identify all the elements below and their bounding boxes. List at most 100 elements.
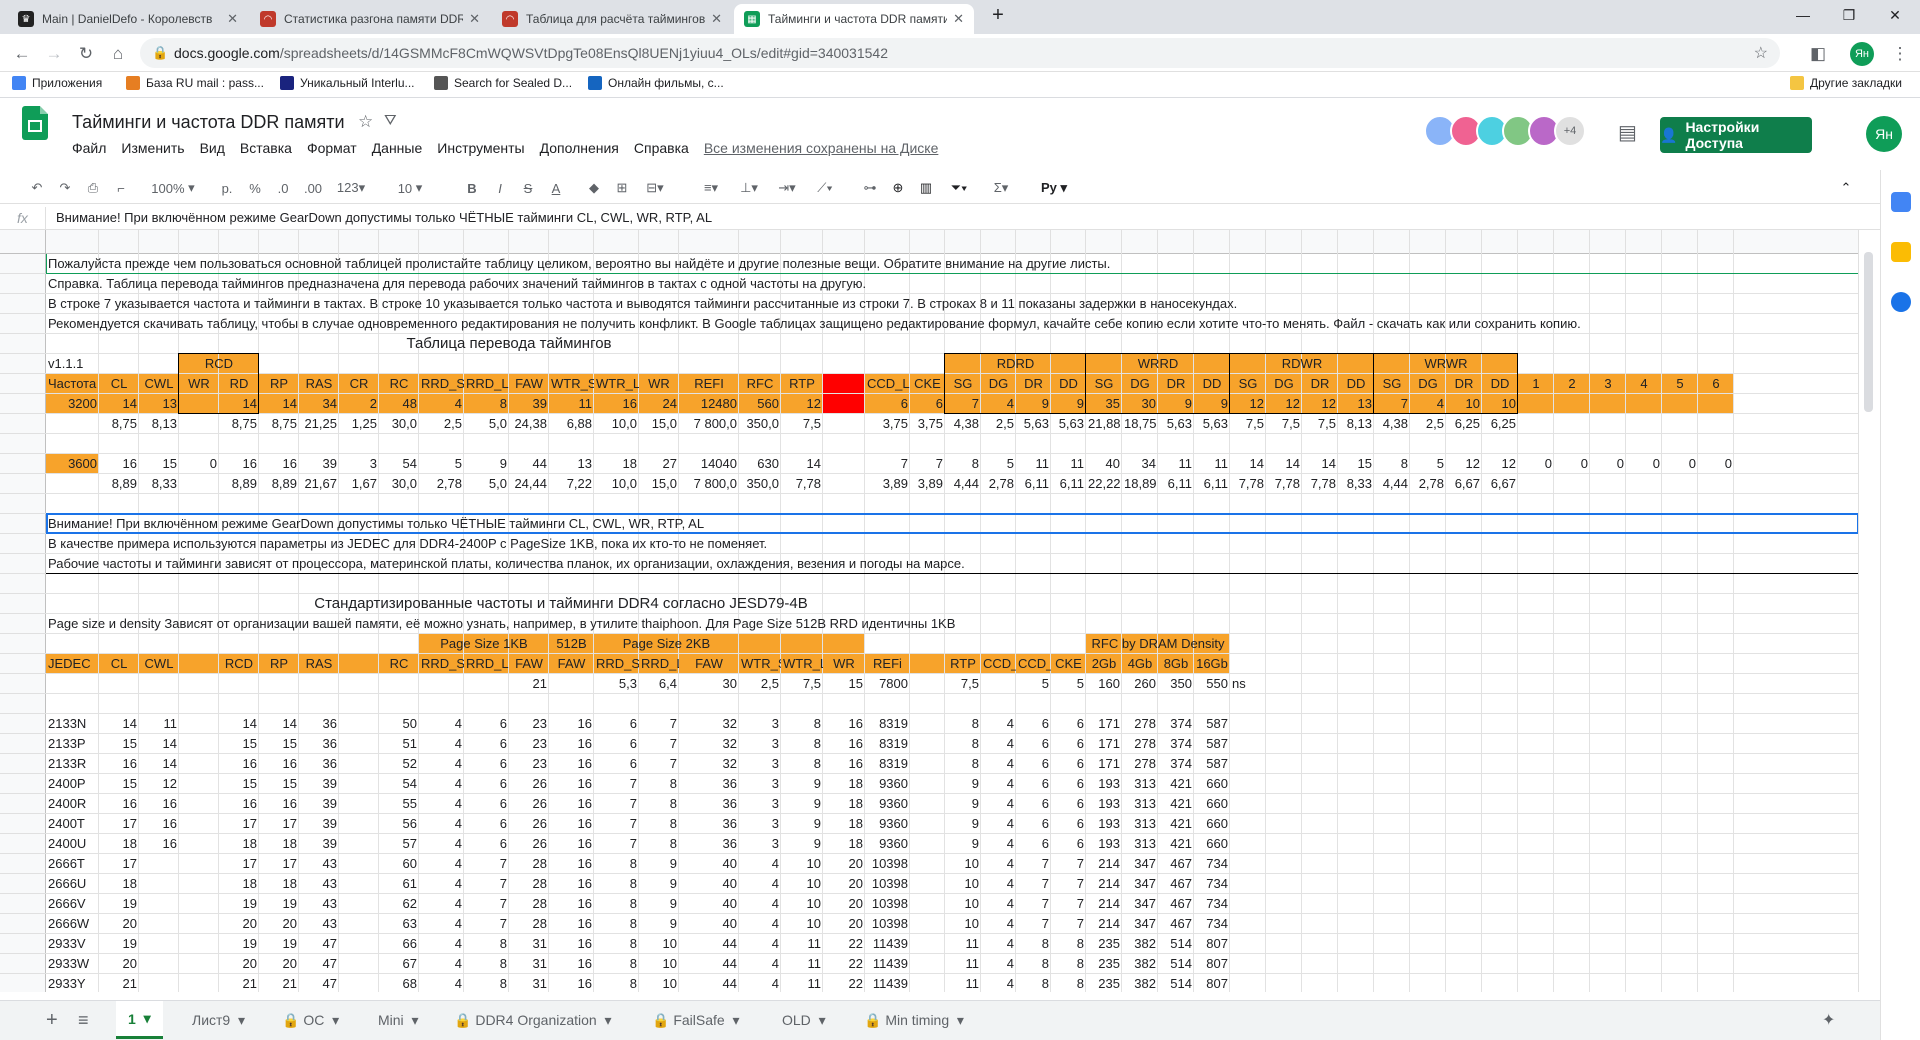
column-header[interactable] bbox=[179, 230, 219, 254]
value-cell[interactable]: 31 bbox=[509, 974, 549, 992]
value-cell[interactable]: 8 bbox=[594, 954, 639, 974]
ns-cell[interactable] bbox=[981, 674, 1016, 694]
menu-help[interactable]: Справка bbox=[634, 140, 689, 156]
ns-cell[interactable]: 2,5 bbox=[981, 414, 1016, 434]
value-cell[interactable]: 12 bbox=[139, 774, 179, 794]
value-cell[interactable]: 6 bbox=[594, 714, 639, 734]
strikethrough-icon[interactable]: S bbox=[518, 178, 538, 198]
value-cell[interactable]: 560 bbox=[739, 394, 781, 414]
value-cell[interactable]: 21 bbox=[219, 974, 259, 992]
bookmark-item[interactable]: Онлайн фильмы, с... bbox=[588, 76, 724, 90]
value-cell[interactable]: 61 bbox=[379, 874, 419, 894]
value-cell[interactable]: 27 bbox=[639, 454, 679, 474]
ns-cell[interactable]: 24,38 bbox=[509, 414, 549, 434]
value-cell[interactable] bbox=[139, 854, 179, 874]
value-cell[interactable]: 8 bbox=[945, 714, 981, 734]
value-cell[interactable]: 13 bbox=[139, 394, 179, 414]
value-cell[interactable]: 9 bbox=[639, 914, 679, 934]
value-cell[interactable] bbox=[1590, 394, 1626, 414]
value-cell[interactable]: 18 bbox=[99, 834, 139, 854]
calendar-icon[interactable] bbox=[1891, 192, 1911, 212]
value-cell[interactable]: 11439 bbox=[865, 934, 910, 954]
ns-cell[interactable] bbox=[910, 674, 945, 694]
value-cell[interactable]: 7 bbox=[639, 754, 679, 774]
header-cell[interactable]: 8Gb bbox=[1158, 654, 1194, 674]
header-cell[interactable]: 2 bbox=[1554, 374, 1590, 394]
value-cell[interactable]: 63 bbox=[379, 914, 419, 934]
value-cell[interactable] bbox=[1662, 394, 1698, 414]
value-cell[interactable]: 17 bbox=[99, 814, 139, 834]
value-cell[interactable]: 0 bbox=[179, 454, 219, 474]
value-cell[interactable]: 19 bbox=[219, 894, 259, 914]
note-cell[interactable]: Справка. Таблица перевода таймингов пред… bbox=[46, 274, 1858, 294]
ns-cell[interactable] bbox=[419, 674, 464, 694]
tab-failsafe[interactable]: 🔒 FailSafe ▾ bbox=[640, 1001, 752, 1039]
value-cell[interactable] bbox=[910, 754, 945, 774]
value-cell[interactable]: 313 bbox=[1122, 794, 1158, 814]
value-cell[interactable]: 214 bbox=[1086, 894, 1122, 914]
value-cell[interactable]: 7 bbox=[594, 834, 639, 854]
ns-cell[interactable]: 350,0 bbox=[739, 414, 781, 434]
column-header[interactable] bbox=[46, 230, 99, 254]
value-cell[interactable]: 4 bbox=[419, 734, 464, 754]
value-cell[interactable]: 16 bbox=[549, 974, 594, 992]
value-cell[interactable]: 16 bbox=[549, 814, 594, 834]
value-cell[interactable]: 12 bbox=[1446, 454, 1482, 474]
row-header[interactable] bbox=[0, 554, 46, 574]
value-cell[interactable]: 6 bbox=[464, 814, 509, 834]
value-cell[interactable]: 4 bbox=[419, 954, 464, 974]
header-cell[interactable]: FAW bbox=[509, 374, 549, 394]
value-cell[interactable]: 4 bbox=[981, 934, 1016, 954]
value-cell[interactable]: 3 bbox=[739, 794, 781, 814]
speed-bin-cell[interactable]: 2666T bbox=[46, 854, 99, 874]
ns-cell[interactable]: 8,89 bbox=[219, 474, 259, 494]
row-header[interactable] bbox=[0, 794, 46, 814]
ns-cell[interactable]: 6,25 bbox=[1482, 414, 1518, 434]
row-header[interactable] bbox=[0, 694, 46, 714]
insert-comment-icon[interactable]: ⊕ bbox=[888, 178, 908, 198]
value-cell[interactable]: 15 bbox=[139, 454, 179, 474]
value-cell[interactable]: 10 bbox=[945, 854, 981, 874]
value-cell[interactable] bbox=[1698, 394, 1734, 414]
value-cell[interactable]: 8 bbox=[594, 854, 639, 874]
value-cell[interactable]: 5 bbox=[419, 454, 464, 474]
move-to-folder-icon[interactable]: ⛛ bbox=[384, 112, 397, 129]
column-header[interactable] bbox=[219, 230, 259, 254]
ns-cell[interactable]: 4,44 bbox=[1374, 474, 1410, 494]
column-header[interactable] bbox=[1626, 230, 1662, 254]
value-cell[interactable]: 47 bbox=[299, 934, 339, 954]
font-size-select[interactable]: 10 ▾ bbox=[390, 178, 430, 198]
header-cell[interactable]: RP bbox=[259, 374, 299, 394]
ns-cell[interactable] bbox=[179, 474, 219, 494]
value-cell[interactable]: 171 bbox=[1086, 714, 1122, 734]
value-cell[interactable]: 40 bbox=[679, 894, 739, 914]
header-cell[interactable]: RRD_L bbox=[639, 654, 679, 674]
value-cell[interactable]: 10 bbox=[945, 894, 981, 914]
ns-cell[interactable]: 6,67 bbox=[1446, 474, 1482, 494]
tab-list9[interactable]: Лист9 ▾ bbox=[180, 1001, 257, 1039]
value-cell[interactable] bbox=[179, 714, 219, 734]
value-cell[interactable]: 17 bbox=[219, 814, 259, 834]
header-cell[interactable]: RRD_S bbox=[419, 374, 464, 394]
merge-cells-icon[interactable]: ⊟▾ bbox=[640, 178, 670, 198]
value-cell[interactable]: 40 bbox=[679, 854, 739, 874]
ns-cell[interactable]: 6,25 bbox=[1446, 414, 1482, 434]
value-cell[interactable]: 382 bbox=[1122, 974, 1158, 992]
ns-cell[interactable]: 550 bbox=[1194, 674, 1230, 694]
value-cell[interactable]: 8 bbox=[781, 734, 823, 754]
value-cell[interactable]: 382 bbox=[1122, 954, 1158, 974]
value-cell[interactable]: 0 bbox=[1662, 454, 1698, 474]
row-header[interactable] bbox=[0, 634, 46, 654]
value-cell[interactable]: 6 bbox=[1016, 794, 1051, 814]
row-header[interactable] bbox=[0, 914, 46, 934]
value-cell[interactable]: 347 bbox=[1122, 894, 1158, 914]
value-cell[interactable]: 4 bbox=[981, 914, 1016, 934]
value-cell[interactable]: 347 bbox=[1122, 914, 1158, 934]
value-cell[interactable]: 9 bbox=[781, 814, 823, 834]
value-cell[interactable]: 6 bbox=[1016, 834, 1051, 854]
value-cell[interactable]: 4 bbox=[739, 954, 781, 974]
column-header[interactable] bbox=[464, 230, 509, 254]
row-header[interactable] bbox=[0, 474, 46, 494]
column-header[interactable] bbox=[1374, 230, 1410, 254]
value-cell[interactable]: 7 bbox=[639, 714, 679, 734]
